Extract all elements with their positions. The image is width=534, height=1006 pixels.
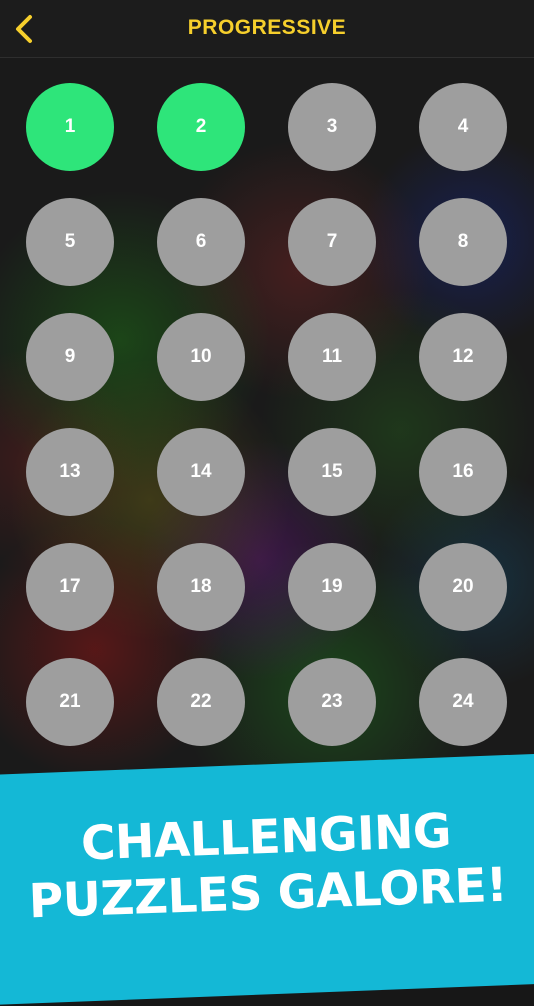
level-button[interactable]: 19 bbox=[288, 543, 376, 631]
level-button[interactable]: 13 bbox=[26, 428, 114, 516]
level-button[interactable]: 7 bbox=[288, 198, 376, 286]
level-button[interactable]: 11 bbox=[288, 313, 376, 401]
level-button[interactable]: 22 bbox=[157, 658, 245, 746]
level-button[interactable]: 21 bbox=[26, 658, 114, 746]
level-button[interactable]: 16 bbox=[419, 428, 507, 516]
level-button[interactable]: 18 bbox=[157, 543, 245, 631]
level-button[interactable]: 2 bbox=[157, 83, 245, 171]
level-button[interactable]: 1 bbox=[26, 83, 114, 171]
level-button[interactable]: 4 bbox=[419, 83, 507, 171]
level-button[interactable]: 23 bbox=[288, 658, 376, 746]
level-button[interactable]: 20 bbox=[419, 543, 507, 631]
level-button[interactable]: 9 bbox=[26, 313, 114, 401]
level-button[interactable]: 17 bbox=[26, 543, 114, 631]
top-bar: PROGRESSIVE bbox=[0, 0, 534, 58]
page-title: PROGRESSIVE bbox=[187, 16, 347, 39]
level-button[interactable]: 12 bbox=[419, 313, 507, 401]
level-button[interactable]: 15 bbox=[288, 428, 376, 516]
level-button[interactable]: 6 bbox=[157, 198, 245, 286]
level-button[interactable]: 8 bbox=[419, 198, 507, 286]
level-button[interactable]: 5 bbox=[26, 198, 114, 286]
level-button[interactable]: 24 bbox=[419, 658, 507, 746]
level-button[interactable]: 14 bbox=[157, 428, 245, 516]
level-button[interactable]: 3 bbox=[288, 83, 376, 171]
level-button[interactable]: 10 bbox=[157, 313, 245, 401]
promo-banner-text: CHALLENGING PUZZLES GALORE! bbox=[0, 801, 534, 932]
